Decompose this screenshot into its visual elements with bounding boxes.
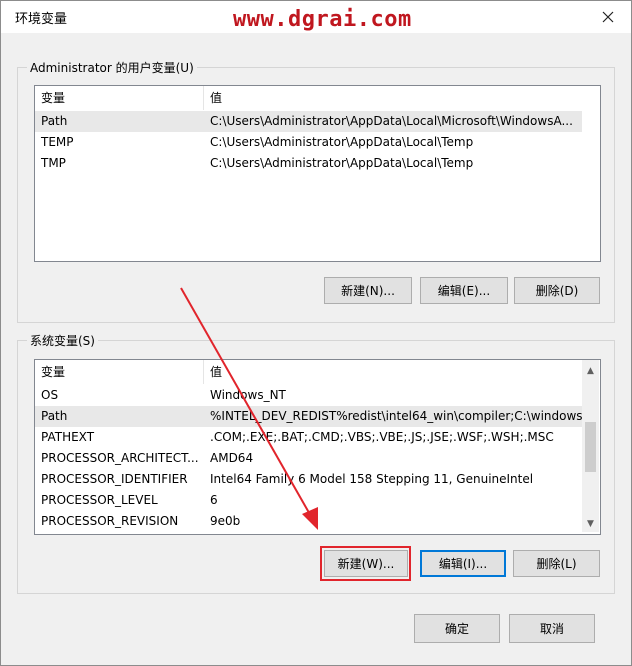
user-variables-list[interactable]: 变量 值 Path C:\Users\Administrator\AppData… [34,85,601,262]
system-variables-label: 系统变量(S) [27,332,98,349]
variable-value: C:\Users\Administrator\AppData\Local\Tem… [210,156,474,170]
scroll-down-icon[interactable]: ▼ [582,515,599,532]
user-delete-button[interactable]: 删除(D) [514,277,600,304]
vertical-scrollbar[interactable]: ▲ ▼ [582,360,599,532]
variable-name: TMP [41,156,66,170]
list-header: 变量 值 [35,360,600,384]
variable-name: Path [41,114,68,128]
variable-value: 6 [210,493,218,507]
variable-value: Intel64 Family 6 Model 158 Stepping 11, … [210,472,534,486]
column-header-value[interactable]: 值 [204,360,582,384]
variable-name: PATHEXT [41,430,95,444]
table-row[interactable]: PROCESSOR_LEVEL 6 [35,490,582,511]
column-header-value[interactable]: 值 [204,86,600,110]
ok-button[interactable]: 确定 [414,614,500,643]
column-header-variable[interactable]: 变量 [35,86,203,110]
highlight-box [320,546,411,581]
table-row[interactable]: Path %INTEL_DEV_REDIST%redist\intel64_wi… [35,406,582,427]
scrollbar-thumb[interactable] [585,422,596,472]
system-edit-button[interactable]: 编辑(I)... [420,550,506,577]
title-bar[interactable]: 环境变量 www.dgrai.com [1,1,631,33]
variable-value: .COM;.EXE;.BAT;.CMD;.VBS;.VBE;.JS;.JSE;.… [210,430,554,444]
table-row[interactable]: TMP C:\Users\Administrator\AppData\Local… [35,153,582,174]
cancel-button[interactable]: 取消 [509,614,595,643]
environment-variables-dialog: 环境变量 www.dgrai.com Administrator 的用户变量(U… [0,0,632,666]
watermark-text: www.dgrai.com [233,7,412,32]
variable-value: 9e0b [210,514,241,528]
table-row[interactable]: Path C:\Users\Administrator\AppData\Loca… [35,111,582,132]
scroll-up-icon[interactable]: ▲ [582,362,599,379]
variable-value: %INTEL_DEV_REDIST%redist\intel64_win\com… [210,409,582,423]
system-delete-button[interactable]: 删除(L) [513,550,600,577]
user-edit-button[interactable]: 编辑(E)... [420,277,508,304]
table-row[interactable]: PROCESSOR_REVISION 9e0b [35,511,582,532]
dialog-title: 环境变量 [15,12,68,27]
variable-name: TEMP [41,135,74,149]
close-icon[interactable] [589,3,627,31]
variable-value: C:\Users\Administrator\AppData\Local\Tem… [210,135,474,149]
variable-name: Path [41,409,68,423]
variable-value: AMD64 [210,451,254,465]
table-row[interactable]: PATHEXT .COM;.EXE;.BAT;.CMD;.VBS;.VBE;.J… [35,427,582,448]
user-new-button[interactable]: 新建(N)... [324,277,412,304]
variable-name: PROCESSOR_REVISION [41,514,179,528]
table-row[interactable]: OS Windows_NT [35,385,582,406]
user-variables-label: Administrator 的用户变量(U) [27,59,197,76]
variable-name: PROCESSOR_LEVEL [41,493,158,507]
table-row[interactable]: TEMP C:\Users\Administrator\AppData\Loca… [35,132,582,153]
variable-name: PROCESSOR_IDENTIFIER [41,472,188,486]
variable-value: C:\Users\Administrator\AppData\Local\Mic… [210,114,573,128]
variable-name: PROCESSOR_ARCHITECT... [41,451,199,465]
table-row[interactable]: PROCESSOR_IDENTIFIER Intel64 Family 6 Mo… [35,469,582,490]
column-header-variable[interactable]: 变量 [35,360,203,384]
table-row[interactable]: PROCESSOR_ARCHITECT... AMD64 [35,448,582,469]
list-header: 变量 值 [35,86,600,110]
variable-value: Windows_NT [210,388,286,402]
system-variables-list[interactable]: 变量 值 OS Windows_NT Path %INTEL_DEV_REDIS… [34,359,601,535]
variable-name: OS [41,388,59,402]
